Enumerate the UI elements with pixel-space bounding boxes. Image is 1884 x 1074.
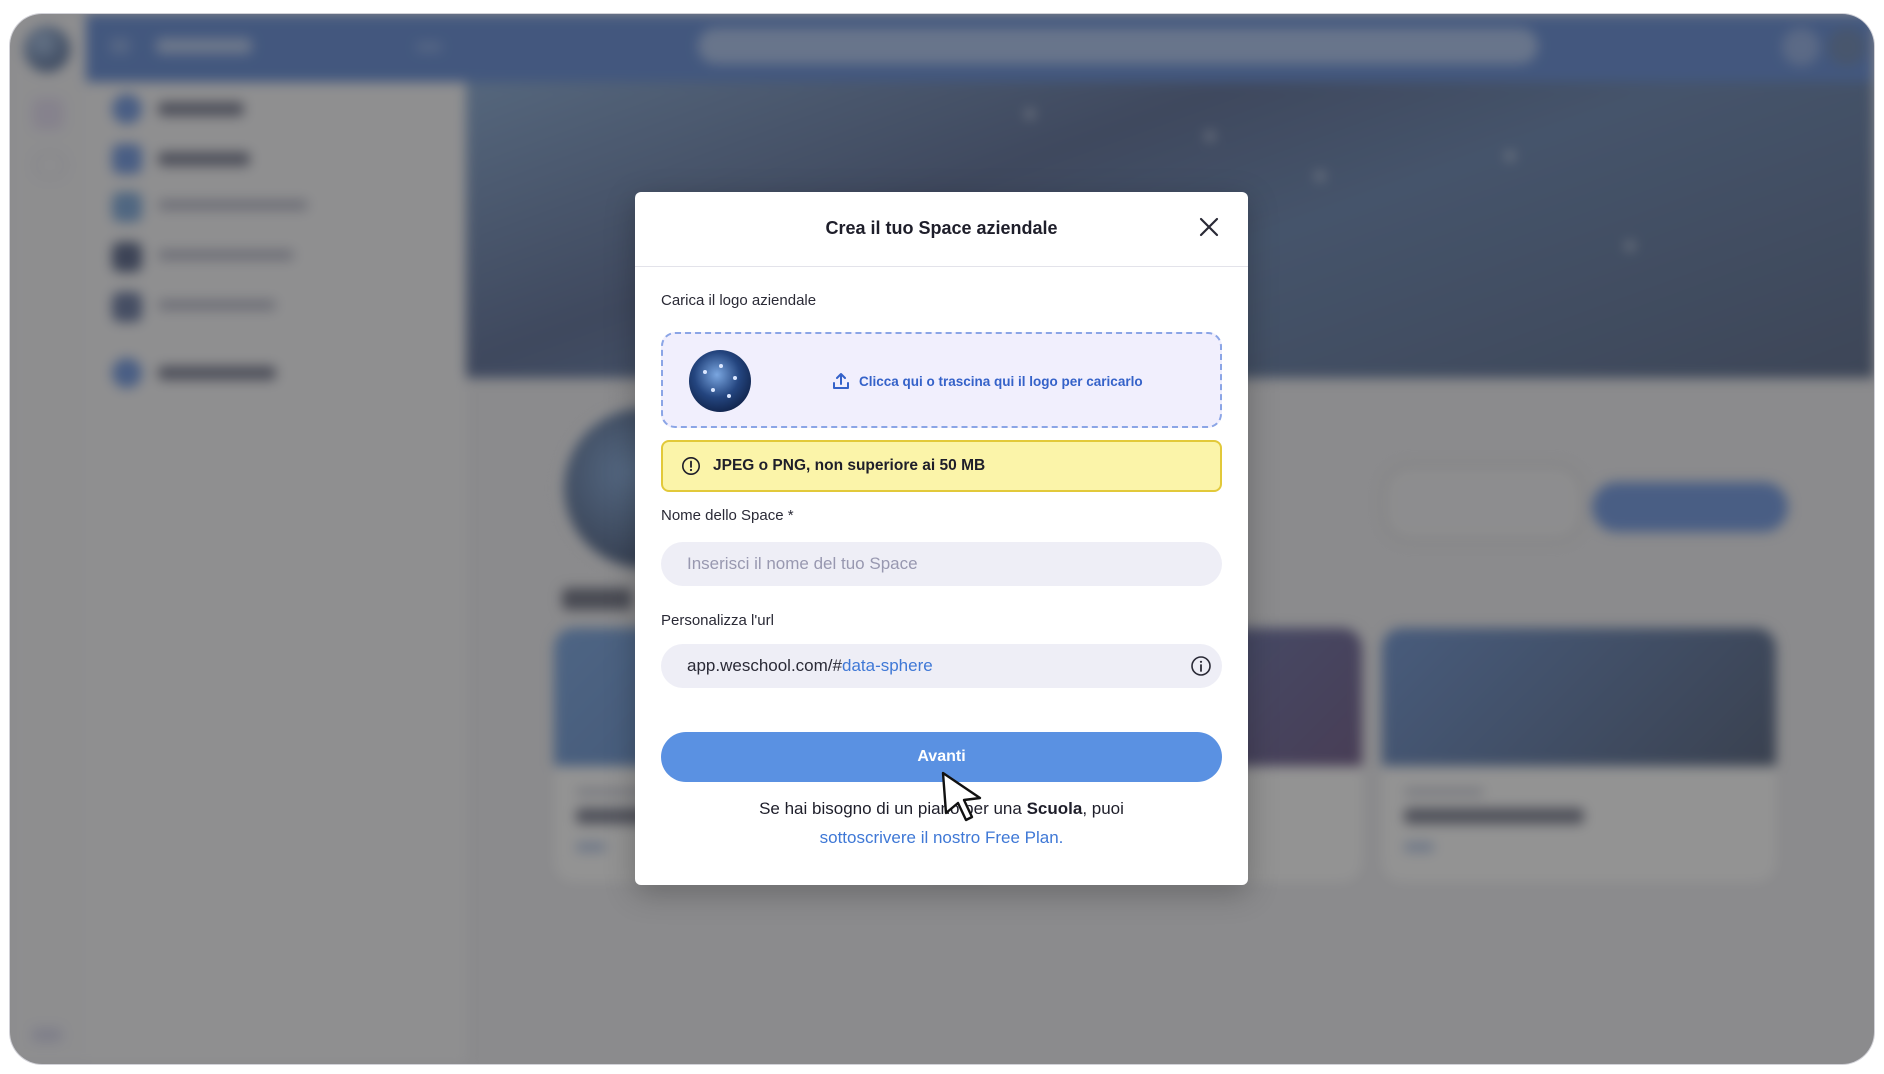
footer-bold: Scuola bbox=[1026, 799, 1083, 818]
logo-preview bbox=[689, 350, 751, 412]
upload-prompt[interactable]: Clicca qui o trascina qui il logo per ca… bbox=[831, 371, 1143, 391]
footer-text-after: , puoi bbox=[1082, 799, 1124, 818]
url-input[interactable]: app.weschool.com/# data-sphere bbox=[661, 644, 1222, 688]
logo-label: Carica il logo aziendale bbox=[661, 292, 817, 309]
close-icon[interactable] bbox=[1196, 214, 1222, 240]
info-icon[interactable] bbox=[1190, 655, 1212, 677]
mouse-pointer-icon bbox=[941, 771, 982, 822]
space-name-input[interactable] bbox=[661, 542, 1222, 586]
url-prefix: app.weschool.com/# bbox=[687, 656, 842, 675]
url-slug[interactable]: data-sphere bbox=[842, 656, 933, 676]
logo-dropzone[interactable]: Clicca qui o trascina qui il logo per ca… bbox=[661, 332, 1222, 428]
file-format-warning: JPEG o PNG, non superiore ai 50 MB bbox=[661, 440, 1222, 492]
upload-text: Clicca qui o trascina qui il logo per ca… bbox=[859, 373, 1143, 389]
upload-icon bbox=[833, 373, 849, 389]
warning-icon bbox=[682, 457, 700, 475]
free-plan-link[interactable]: sottoscrivere il nostro Free Plan. bbox=[820, 828, 1064, 847]
url-label: Personalizza l'url bbox=[661, 612, 774, 629]
space-name-label: Nome dello Space * bbox=[661, 507, 794, 524]
warning-text: JPEG o PNG, non superiore ai 50 MB bbox=[713, 457, 986, 474]
modal-title: Crea il tuo Space aziendale bbox=[825, 218, 1058, 238]
modal-header: Crea il tuo Space aziendale bbox=[635, 192, 1248, 267]
